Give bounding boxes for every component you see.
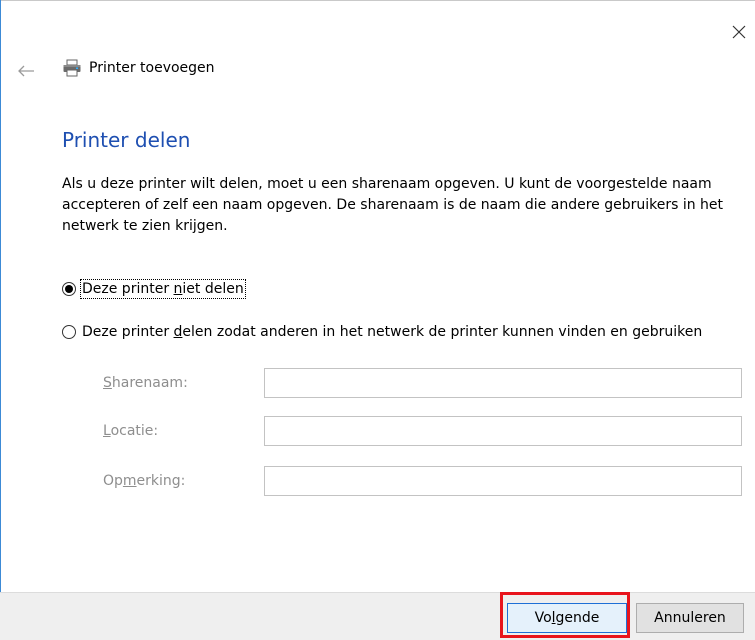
radio-label-share[interactable]: Deze printer delen zodat anderen in het … <box>82 324 702 340</box>
window-title: Printer toevoegen <box>89 60 215 76</box>
close-icon <box>732 25 746 39</box>
next-button[interactable]: Vo l gende <box>507 603 627 633</box>
share-name-row: Sharenaam: <box>103 368 742 398</box>
radio-label-no-share[interactable]: Deze printer niet delen <box>80 279 246 299</box>
window-top-border <box>0 0 755 1</box>
location-input[interactable] <box>264 416 742 446</box>
radio-option-share[interactable]: Deze printer delen zodat anderen in het … <box>62 324 702 340</box>
radio-button-share[interactable] <box>62 325 76 339</box>
comment-input[interactable] <box>264 466 742 496</box>
comment-label: Opmerking: <box>103 473 186 489</box>
back-arrow-icon <box>18 65 34 77</box>
cancel-button[interactable]: Annuleren <box>636 603 744 633</box>
share-name-label: Sharenaam: <box>103 375 188 391</box>
radio-button-no-share[interactable] <box>62 282 76 296</box>
page-description: Als u deze printer wilt delen, moet u ee… <box>62 176 724 234</box>
window-title-bar: Printer toevoegen <box>62 58 215 78</box>
page-heading: Printer delen <box>62 128 191 152</box>
radio-option-no-share[interactable]: Deze printer niet delen <box>62 279 246 299</box>
back-button[interactable] <box>15 60 37 82</box>
close-button[interactable] <box>723 18 755 46</box>
comment-row: Opmerking: <box>103 466 742 496</box>
share-name-input[interactable] <box>264 368 742 398</box>
window-left-border <box>0 0 1 640</box>
location-label: Locatie: <box>103 423 159 439</box>
printer-icon <box>63 59 81 77</box>
location-row: Locatie: <box>103 416 742 446</box>
